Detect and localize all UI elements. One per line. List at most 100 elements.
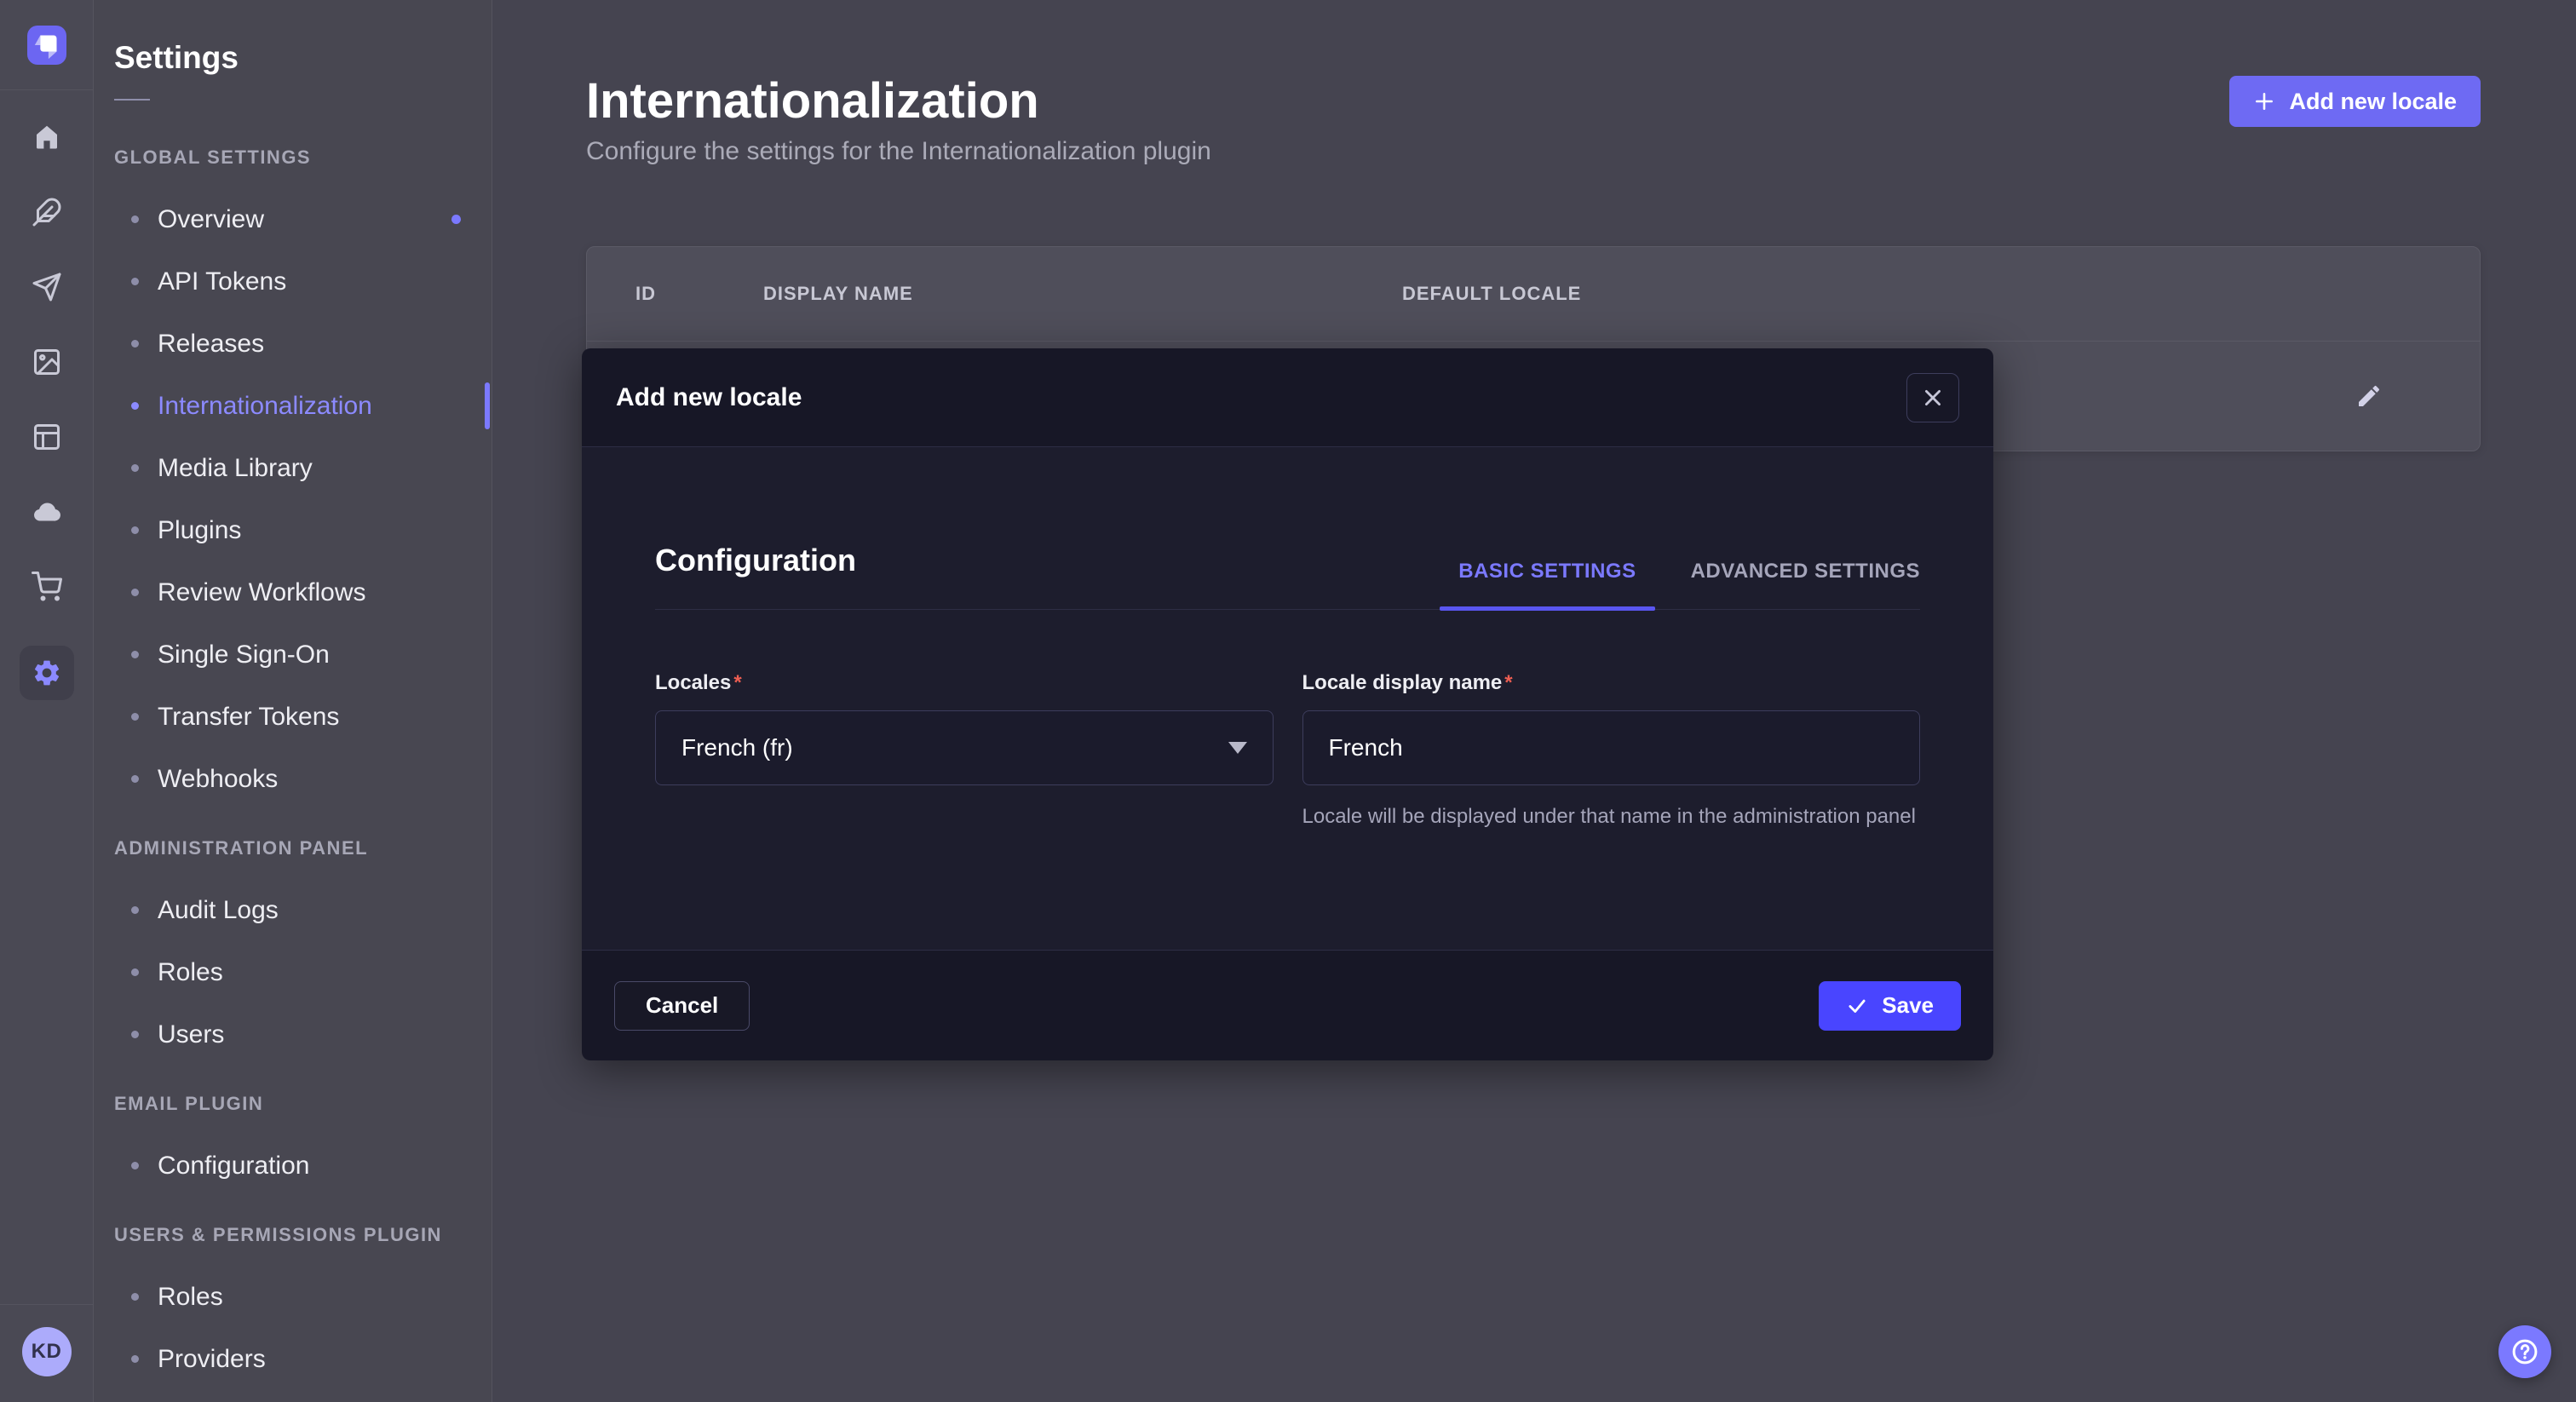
question-circle-icon [2510,1336,2540,1367]
user-avatar[interactable]: KD [22,1327,72,1376]
settings-nav-section-label: USERS & PERMISSIONS PLUGIN [114,1204,492,1266]
bullet-icon [131,651,139,658]
bullet-icon [131,1162,139,1169]
bullet-icon [131,278,139,285]
bullet-icon [131,215,139,223]
bullet-icon [131,713,139,721]
bullet-icon [131,464,139,472]
cloud-icon[interactable] [31,496,63,528]
plus-icon [2253,90,2275,112]
title-divider [114,99,150,101]
settings-nav-section: EMAIL PLUGIN Configuration [114,1072,492,1197]
check-icon [1846,995,1868,1017]
display-name-input[interactable] [1302,710,1921,785]
settings-nav-item[interactable]: Webhooks [114,748,492,810]
form-fields: Locales* French (fr) Locale display name… [655,671,1920,831]
home-icon[interactable] [31,121,63,153]
locales-label: Locales* [655,671,1274,695]
strapi-logo-icon [27,26,66,65]
close-icon [1922,387,1944,409]
main-nav-rail: KD [0,0,94,1402]
marketplace-cart-icon[interactable] [31,571,63,603]
cancel-button[interactable]: Cancel [614,981,750,1031]
settings-nav-sections: GLOBAL SETTINGS Overview API Tokens Rele… [114,126,492,1390]
required-asterisk: * [1504,671,1512,694]
page-header: Internationalization Configure the setti… [586,75,2481,169]
settings-nav-item[interactable]: Configuration [114,1135,492,1197]
column-header-default-locale: DEFAULT LOCALE [1402,283,2431,305]
edit-locale-button[interactable] [2350,377,2388,415]
tab-basic-settings[interactable]: BASIC SETTINGS [1458,560,1636,609]
configuration-header-row: Configuration BASIC SETTINGS ADVANCED SE… [655,543,1920,610]
settings-nav-item[interactable]: Providers [114,1328,492,1390]
settings-tabs: BASIC SETTINGS ADVANCED SETTINGS [1458,560,1920,609]
settings-sidebar: Settings GLOBAL SETTINGS Overview API To… [94,0,492,1402]
bullet-icon [131,526,139,534]
locales-select[interactable]: French (fr) [655,710,1274,785]
settings-nav-section: ADMINISTRATION PANEL Audit Logs Roles Us… [114,817,492,1066]
layout-icon[interactable] [31,421,63,453]
bullet-icon [131,968,139,976]
modal-close-button[interactable] [1906,373,1959,422]
rail-divider [0,89,94,90]
bullet-icon [131,1031,139,1038]
settings-gear-icon[interactable] [20,646,74,700]
settings-nav-item[interactable]: Review Workflows [114,561,492,623]
settings-nav-section: USERS & PERMISSIONS PLUGIN Roles Provide… [114,1204,492,1390]
paper-plane-icon[interactable] [31,271,63,303]
settings-nav-item[interactable]: Audit Logs [114,879,492,941]
page-title: Internationalization [586,75,1211,128]
settings-nav-item[interactable]: Internationalization [114,375,492,437]
tab-advanced-settings[interactable]: ADVANCED SETTINGS [1691,560,1920,609]
settings-nav-item[interactable]: API Tokens [114,250,492,313]
modal-body: Configuration BASIC SETTINGS ADVANCED SE… [582,447,1993,950]
modal-title: Add new locale [616,383,802,412]
settings-nav-item[interactable]: Plugins [114,499,492,561]
display-name-label: Locale display name* [1302,671,1921,695]
help-button[interactable] [2498,1325,2551,1378]
save-button[interactable]: Save [1819,981,1961,1031]
strapi-logo[interactable] [27,26,66,65]
settings-nav-item[interactable]: Media Library [114,437,492,499]
bullet-icon [131,1293,139,1301]
settings-nav-section-label: GLOBAL SETTINGS [114,126,492,188]
settings-nav-section-label: EMAIL PLUGIN [114,1072,492,1135]
bullet-icon [131,775,139,783]
display-name-hint: Locale will be displayed under that name… [1302,802,1921,831]
settings-sidebar-title: Settings [114,39,492,77]
configuration-heading: Configuration [655,543,856,609]
display-name-field: Locale display name* Locale will be disp… [1302,671,1921,831]
settings-nav-item[interactable]: Users [114,1003,492,1066]
table-header-row: ID DISPLAY NAME DEFAULT LOCALE [587,247,2480,342]
bullet-icon [131,340,139,348]
settings-nav-section-label: ADMINISTRATION PANEL [114,817,492,879]
active-page-indicator [485,382,490,429]
column-header-display-name: DISPLAY NAME [763,283,1402,305]
bullet-icon [131,589,139,596]
app-window: KD Settings GLOBAL SETTINGS Overview API… [0,0,2576,1402]
feather-icon[interactable] [31,196,63,228]
settings-nav-item[interactable]: Roles [114,941,492,1003]
modal-header: Add new locale [582,348,1993,447]
page-subtitle: Configure the settings for the Internati… [586,135,1211,169]
column-header-id: ID [635,283,763,305]
rail-divider [0,1304,94,1305]
bullet-icon [131,906,139,914]
pencil-icon [2355,382,2383,410]
notification-dot-icon [451,215,461,224]
settings-nav-item[interactable]: Overview [114,188,492,250]
settings-nav-item[interactable]: Releases [114,313,492,375]
settings-nav-item[interactable]: Roles [114,1266,492,1328]
modal-footer: Cancel Save [582,950,1993,1060]
required-asterisk: * [733,671,741,694]
locales-select-value: French (fr) [681,734,793,761]
locales-field: Locales* French (fr) [655,671,1274,831]
chevron-down-icon [1228,742,1247,754]
settings-nav-item[interactable]: Transfer Tokens [114,686,492,748]
settings-nav-item[interactable]: Single Sign-On [114,623,492,686]
add-locale-modal: Add new locale Configuration BASIC SETTI… [582,348,1993,1060]
bullet-icon [131,402,139,410]
add-new-locale-button[interactable]: Add new locale [2229,76,2481,127]
bullet-icon [131,1355,139,1363]
media-library-icon[interactable] [31,346,63,378]
